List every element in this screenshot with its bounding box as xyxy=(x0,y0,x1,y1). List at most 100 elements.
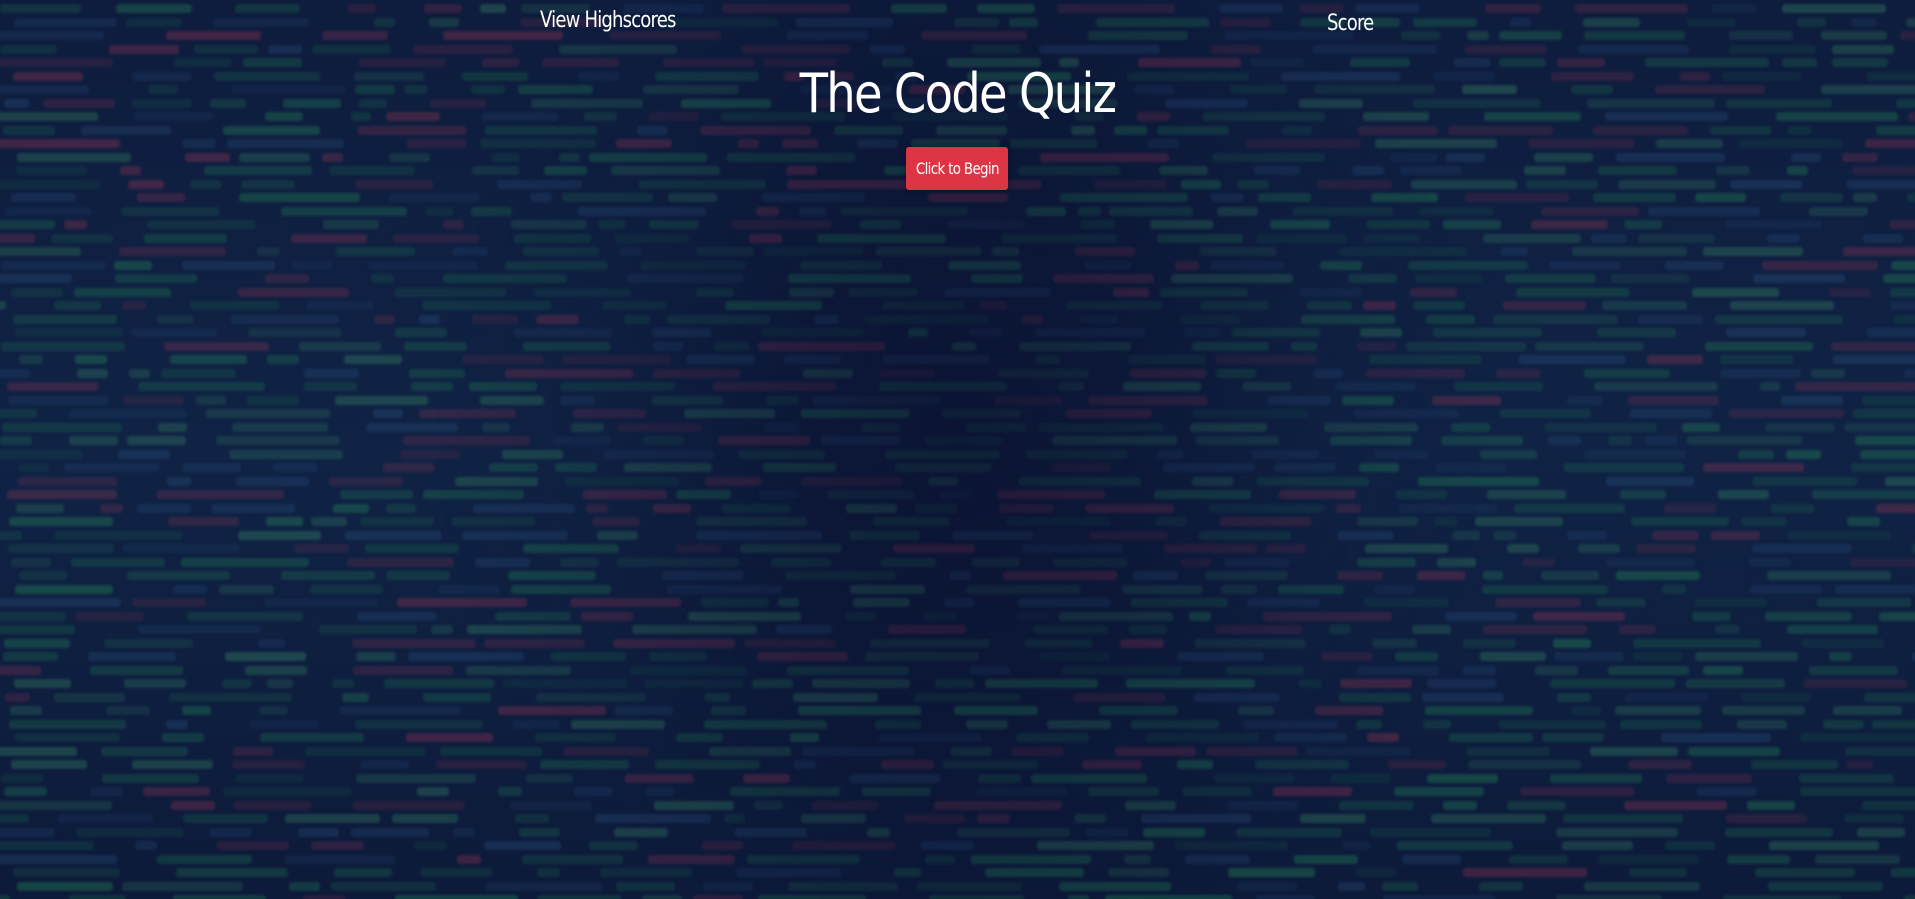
code-streak xyxy=(1554,652,1625,661)
code-streak xyxy=(1357,125,1438,135)
code-streak xyxy=(1466,31,1489,40)
code-streak xyxy=(1336,530,1394,540)
code-streak xyxy=(440,746,542,756)
code-streak xyxy=(426,206,453,216)
begin-quiz-button[interactable]: Click to Begin xyxy=(906,147,1008,190)
code-streak xyxy=(1682,422,1720,432)
code-streak xyxy=(1064,409,1153,418)
code-streak xyxy=(1540,206,1640,216)
code-streak xyxy=(7,382,99,391)
code-streak xyxy=(236,476,309,486)
code-streak xyxy=(1549,773,1642,783)
code-streak xyxy=(765,395,799,405)
code-streak xyxy=(653,503,691,513)
code-streak xyxy=(127,571,231,580)
code-streak xyxy=(173,895,267,899)
code-streak xyxy=(1740,517,1787,526)
code-streak xyxy=(1849,557,1915,567)
code-streak xyxy=(437,584,501,594)
code-streak xyxy=(0,814,30,823)
code-streak xyxy=(1341,841,1371,850)
code-streak xyxy=(1181,179,1222,189)
code-streak xyxy=(740,544,842,553)
code-streak xyxy=(792,841,896,850)
code-streak xyxy=(1273,787,1352,796)
code-streak xyxy=(1113,125,1148,135)
code-streak xyxy=(688,611,801,621)
code-streak xyxy=(1368,355,1481,364)
code-streak xyxy=(1695,652,1799,661)
code-streak xyxy=(1519,355,1627,364)
code-streak xyxy=(950,746,992,756)
code-streak xyxy=(496,179,582,189)
code-streak xyxy=(122,395,184,405)
code-streak xyxy=(1646,355,1704,364)
code-streak xyxy=(1584,881,1701,891)
code-streak xyxy=(1601,301,1688,310)
code-streak xyxy=(1808,206,1869,216)
code-streak xyxy=(1009,17,1039,27)
code-streak xyxy=(1722,706,1806,715)
code-streak xyxy=(570,598,681,607)
code-streak xyxy=(1394,652,1439,661)
code-streak xyxy=(1479,449,1537,459)
code-streak xyxy=(1129,625,1167,634)
code-streak xyxy=(248,719,319,729)
code-streak xyxy=(704,476,762,486)
code-streak xyxy=(386,503,416,513)
code-streak xyxy=(1718,490,1770,499)
code-streak xyxy=(423,692,492,702)
code-streak xyxy=(537,868,560,877)
code-streak xyxy=(1220,584,1257,594)
code-streak xyxy=(980,301,1007,310)
code-streak xyxy=(1217,206,1258,216)
code-streak xyxy=(841,206,968,216)
code-streak xyxy=(1226,800,1298,810)
code-streak xyxy=(0,368,30,378)
code-streak xyxy=(1711,530,1760,540)
code-streak xyxy=(1632,638,1761,648)
code-streak xyxy=(1356,341,1396,351)
code-streak xyxy=(782,139,819,148)
view-highscores-link[interactable]: View Highscores xyxy=(540,8,676,33)
code-streak xyxy=(1468,760,1582,769)
code-streak xyxy=(1213,773,1295,783)
code-streak xyxy=(1465,44,1547,54)
code-streak xyxy=(612,638,735,648)
code-streak xyxy=(273,463,318,472)
code-streak xyxy=(1160,287,1249,297)
code-streak xyxy=(182,260,276,270)
code-streak xyxy=(374,314,395,324)
code-streak xyxy=(1205,746,1297,756)
code-streak xyxy=(17,152,131,162)
code-streak xyxy=(1281,125,1313,135)
code-streak xyxy=(68,409,187,418)
code-streak xyxy=(118,247,227,256)
code-streak xyxy=(227,139,345,148)
code-streak xyxy=(304,382,357,391)
code-streak xyxy=(15,166,87,175)
code-streak xyxy=(0,895,10,899)
code-streak xyxy=(813,395,939,405)
code-streak xyxy=(0,58,114,67)
code-streak xyxy=(565,476,680,486)
code-streak xyxy=(970,44,1022,54)
code-streak xyxy=(335,395,428,405)
code-streak xyxy=(560,557,599,567)
code-streak xyxy=(536,895,621,899)
code-streak xyxy=(305,301,374,310)
code-streak xyxy=(1911,544,1915,553)
code-streak xyxy=(100,503,123,513)
code-streak xyxy=(175,868,289,877)
code-streak xyxy=(1516,287,1631,297)
code-streak xyxy=(122,544,241,553)
code-streak xyxy=(637,125,669,135)
code-streak xyxy=(1862,800,1915,810)
code-streak xyxy=(1369,827,1491,837)
code-streak xyxy=(675,490,731,499)
code-streak xyxy=(471,166,519,175)
code-streak xyxy=(1863,692,1915,702)
code-streak xyxy=(1633,652,1682,661)
code-streak xyxy=(0,247,82,256)
code-streak xyxy=(764,422,800,432)
